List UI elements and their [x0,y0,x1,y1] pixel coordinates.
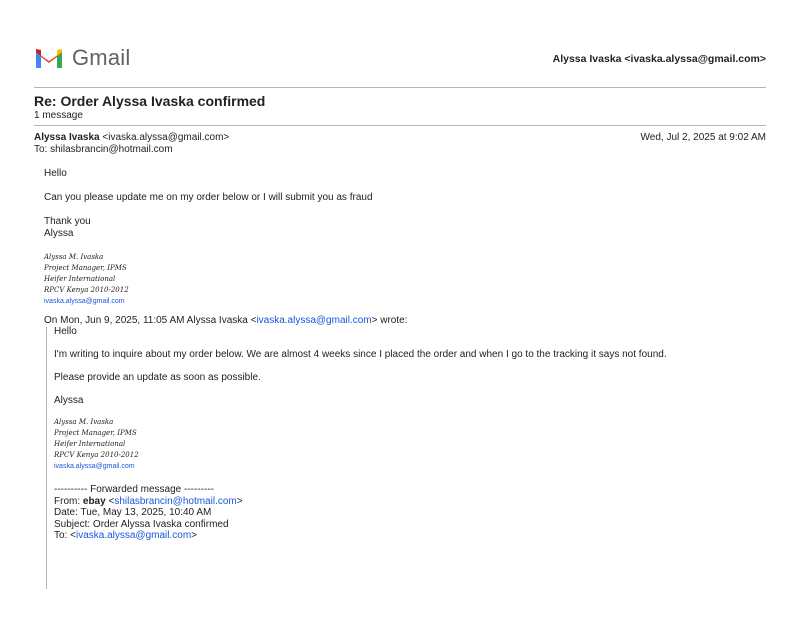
forwarded-to: To: <ivaska.alyssa@gmail.com> [54,530,754,542]
forwarded-to-email-link[interactable]: ivaska.alyssa@gmail.com [76,530,191,541]
quoted-closing: Alyssa [54,395,84,406]
quoted-body: I'm writing to inquire about my order be… [54,349,667,360]
signature-org: Heifer International [44,275,116,283]
forwarded-from-email-link[interactable]: shilasbrancin@hotmail.com [114,496,236,507]
gmail-m-icon [36,49,62,68]
signature-email-link[interactable]: ivaska.alyssa@gmail.com [44,296,764,307]
signature-name: Alyssa M. Ivaska [44,253,104,261]
quoted-request: Please provide an update as soon as poss… [54,372,261,383]
quoted-signature: Alyssa M. Ivaska Project Manager, IPMS H… [54,417,754,472]
greeting: Hello [44,168,67,179]
thread-subject: Re: Order Alyssa Ivaska confirmed [34,93,266,109]
signature: Alyssa M. Ivaska Project Manager, IPMS H… [44,252,764,307]
account-label: Alyssa Ivaska <ivaska.alyssa@gmail.com> [552,53,766,65]
quote-header-email-link[interactable]: ivaska.alyssa@gmail.com [256,315,371,326]
message-date: Wed, Jul 2, 2025 at 9:02 AM [640,132,766,143]
recipient-line: To: shilasbrancin@hotmail.com [34,144,173,155]
quoted-signature-email-link[interactable]: ivaska.alyssa@gmail.com [54,461,754,472]
quoted-signature-title: Project Manager, IPMS [54,429,137,437]
quoted-signature-name: Alyssa M. Ivaska [54,418,114,426]
signature-rpcv: RPCV Kenya 2010-2012 [44,286,129,294]
sender-email: <ivaska.alyssa@gmail.com> [102,132,230,143]
forwarded-block: ---------- Forwarded message --------- F… [54,484,754,542]
forwarded-to-close: > [191,530,197,541]
message-body: Hello Can you please update me on my ord… [44,168,764,307]
quote-header: On Mon, Jun 9, 2025, 11:05 AM Alyssa Iva… [44,315,407,326]
quote-header-prefix: On Mon, Jun 9, 2025, 11:05 AM Alyssa Iva… [44,315,257,326]
header-divider [34,87,766,88]
forwarded-separator: ---------- Forwarded message --------- [54,484,214,495]
forwarded-subject: Subject: Order Alyssa Ivaska confirmed [54,518,229,530]
forwarded-date: Date: Tue, May 13, 2025, 10:40 AM [54,507,212,518]
forwarded-from-close: > [236,495,243,507]
closing-thanks: Thank you [44,216,91,227]
message-count: 1 message [34,110,83,121]
sender-line: Alyssa Ivaska <ivaska.alyssa@gmail.com> [34,132,229,143]
forwarded-to-label: To: < [54,530,76,541]
gmail-wordmark: Gmail [72,45,131,70]
signature-title: Project Manager, IPMS [44,264,127,272]
gmail-logo: Gmail [34,44,130,72]
forwarded-from-label: From: [54,495,83,507]
quoted-message: Hello I'm writing to inquire about my or… [54,326,754,542]
forwarded-from-name: ebay [82,495,106,507]
sender-name: Alyssa Ivaska [34,132,100,143]
forwarded-from: From: ebay <shilasbrancin@hotmail.com> [54,496,754,508]
quoted-greeting: Hello [54,326,77,337]
body-text: Can you please update me on my order bel… [44,192,373,203]
closing-name: Alyssa [44,228,74,239]
quote-header-suffix: > wrote: [371,315,408,326]
quoted-signature-org: Heifer International [54,440,126,448]
quote-bar [46,327,47,589]
quoted-signature-rpcv: RPCV Kenya 2010-2012 [54,451,139,459]
subject-divider [34,125,766,126]
